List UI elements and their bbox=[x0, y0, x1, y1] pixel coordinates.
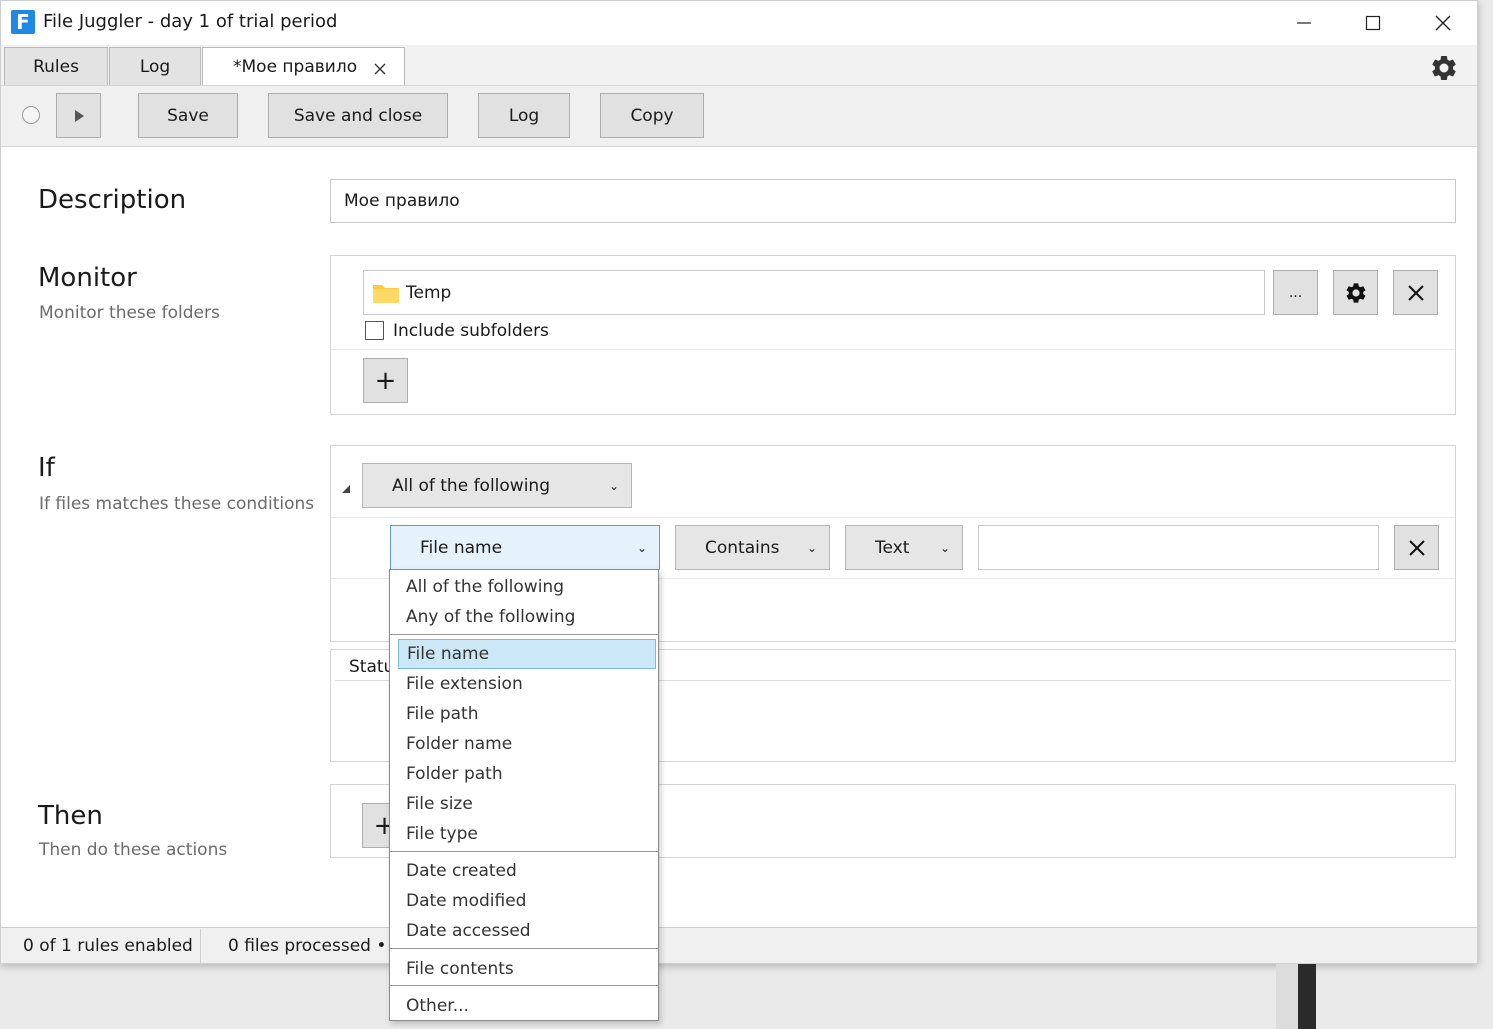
dropdown-option[interactable]: Other... bbox=[398, 991, 656, 1021]
group-mode-value: All of the following bbox=[392, 475, 550, 496]
minimize-button[interactable] bbox=[1269, 1, 1339, 45]
tab-label: Log bbox=[139, 56, 171, 77]
if-subtitle: If files matches these conditions bbox=[39, 494, 315, 514]
chevron-down-icon: ⌄ bbox=[636, 540, 647, 555]
group-mode-select[interactable]: All of the following ⌄ bbox=[362, 463, 632, 508]
tab-log[interactable]: Log bbox=[109, 47, 201, 85]
divider bbox=[331, 349, 1455, 350]
tab-label: Rules bbox=[33, 56, 79, 77]
maximize-button[interactable] bbox=[1338, 1, 1408, 45]
condition-value-input[interactable] bbox=[978, 525, 1379, 570]
app-window: F File Juggler - day 1 of trial period R… bbox=[0, 0, 1478, 964]
close-icon bbox=[1408, 539, 1425, 556]
dropdown-option[interactable]: File size bbox=[398, 789, 656, 819]
status-divider bbox=[200, 929, 201, 963]
copy-button[interactable]: Copy bbox=[600, 93, 704, 138]
condition-field-select[interactable]: File name ⌄ bbox=[390, 525, 660, 570]
close-icon bbox=[374, 63, 386, 75]
settings-button[interactable] bbox=[1429, 53, 1459, 83]
chevron-down-icon: ⌄ bbox=[806, 540, 817, 555]
app-icon: F bbox=[11, 10, 35, 34]
if-title: If bbox=[38, 453, 55, 483]
condition-type-select[interactable]: Text ⌄ bbox=[845, 525, 963, 570]
close-icon bbox=[1407, 284, 1424, 301]
dropdown-option[interactable]: Date modified bbox=[398, 886, 656, 916]
monitor-subtitle: Monitor these folders bbox=[39, 303, 220, 323]
folder-settings-button[interactable] bbox=[1333, 270, 1378, 315]
save-and-close-button[interactable]: Save and close bbox=[268, 93, 448, 138]
chevron-down-icon: ⌄ bbox=[939, 540, 950, 555]
save-button[interactable]: Save bbox=[138, 93, 238, 138]
dropdown-option-selected[interactable]: File name bbox=[398, 639, 656, 669]
close-icon bbox=[1435, 15, 1451, 31]
condition-type-value: Text bbox=[875, 537, 910, 558]
chevron-down-icon: ⌄ bbox=[608, 478, 619, 493]
dropdown-option[interactable]: File path bbox=[398, 699, 656, 729]
dropdown-option[interactable]: File type bbox=[398, 819, 656, 849]
close-window-button[interactable] bbox=[1408, 1, 1477, 45]
run-button[interactable] bbox=[56, 93, 101, 138]
tab-rules[interactable]: Rules bbox=[4, 47, 108, 85]
dropdown-option[interactable]: Folder name bbox=[398, 729, 656, 759]
rules-enabled-status: 0 of 1 rules enabled bbox=[23, 936, 193, 956]
triangle-down-icon bbox=[342, 485, 350, 493]
then-title: Then bbox=[38, 801, 103, 831]
include-subfolders-label: Include subfolders bbox=[393, 321, 549, 341]
dropdown-option[interactable]: Folder path bbox=[398, 759, 656, 789]
background-window-bar bbox=[1298, 964, 1316, 1029]
include-subfolders-checkbox[interactable] bbox=[365, 321, 384, 340]
enable-toggle[interactable] bbox=[22, 106, 40, 124]
maximize-icon bbox=[1365, 15, 1381, 31]
description-input[interactable]: Мое правило bbox=[330, 179, 1456, 223]
dropdown-option[interactable]: Date accessed bbox=[398, 916, 656, 946]
folder-input[interactable]: Temp bbox=[363, 270, 1265, 315]
remove-folder-button[interactable] bbox=[1393, 270, 1438, 315]
status-column-header: Statu bbox=[349, 657, 395, 677]
condition-operator-value: Contains bbox=[705, 537, 780, 558]
folder-name: Temp bbox=[406, 282, 452, 303]
dropdown-option[interactable]: Date created bbox=[398, 856, 656, 886]
dropdown-separator bbox=[390, 634, 658, 635]
condition-operator-select[interactable]: Contains ⌄ bbox=[675, 525, 830, 570]
description-title: Description bbox=[38, 185, 187, 215]
minimize-icon bbox=[1297, 22, 1311, 24]
monitor-title: Monitor bbox=[38, 263, 137, 293]
status-bar bbox=[1, 927, 1477, 963]
gear-icon bbox=[1432, 55, 1456, 80]
window-title: File Juggler - day 1 of trial period bbox=[43, 11, 338, 32]
condition-field-dropdown: All of the following Any of the followin… bbox=[389, 569, 659, 1021]
collapse-toggle[interactable] bbox=[340, 480, 352, 493]
dropdown-option[interactable]: File contents bbox=[398, 954, 656, 984]
dropdown-option[interactable]: File extension bbox=[398, 669, 656, 699]
tab-label: *Мое правило bbox=[233, 56, 358, 77]
description-value: Мое правило bbox=[344, 191, 460, 211]
dropdown-separator bbox=[390, 851, 658, 852]
condition-field-value: File name bbox=[420, 537, 503, 558]
gear-icon bbox=[1346, 282, 1365, 303]
log-button[interactable]: Log bbox=[478, 93, 570, 138]
dropdown-separator bbox=[390, 948, 658, 949]
dropdown-option[interactable]: Any of the following bbox=[398, 602, 656, 632]
browse-button[interactable]: ... bbox=[1273, 270, 1318, 315]
remove-condition-button[interactable] bbox=[1394, 525, 1439, 570]
tab-close-button[interactable] bbox=[373, 61, 387, 75]
folder-icon bbox=[373, 284, 399, 303]
add-folder-button[interactable]: + bbox=[363, 358, 408, 403]
dropdown-separator bbox=[390, 985, 658, 986]
files-processed-status: 0 files processed • 0 bbox=[228, 936, 403, 956]
play-icon bbox=[74, 109, 84, 122]
then-subtitle: Then do these actions bbox=[39, 840, 228, 860]
dropdown-option[interactable]: All of the following bbox=[398, 572, 656, 602]
divider bbox=[331, 517, 1455, 518]
